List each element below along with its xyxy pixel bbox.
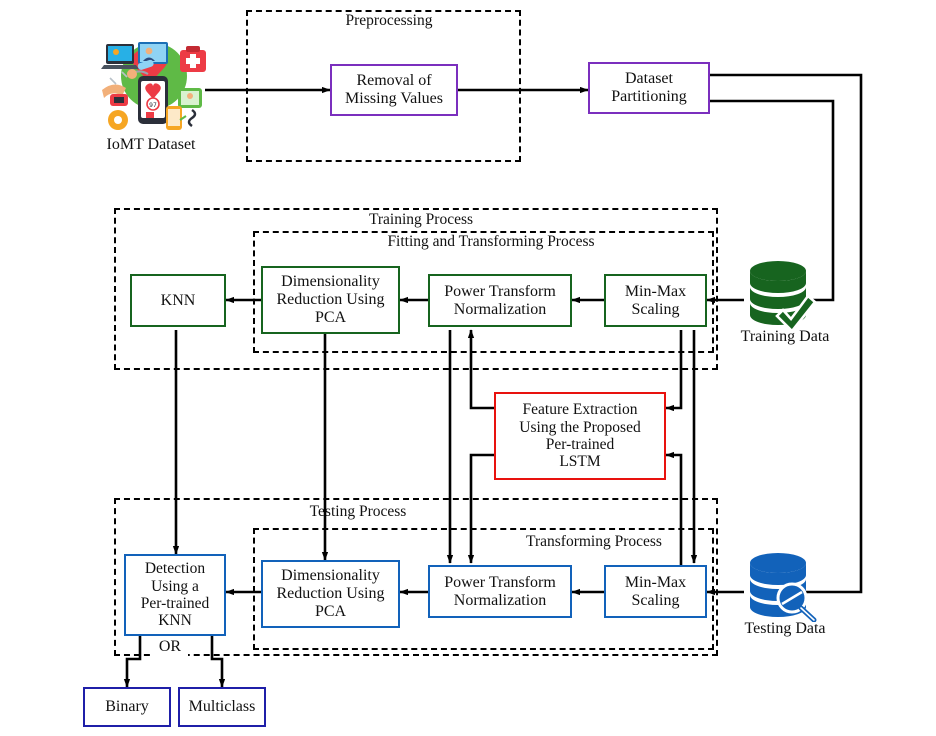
node-label: Feature Extraction Using the Proposed Pe… — [519, 401, 641, 471]
node-label: Dimensionality Reduction Using PCA — [276, 273, 385, 326]
node-dataset-partitioning[interactable]: Dataset Partitioning — [588, 62, 710, 114]
group-label-preprocessing: Preprocessing — [330, 12, 448, 30]
group-label-testing-process: Testing Process — [294, 503, 422, 521]
database-check-icon — [744, 258, 826, 333]
database-search-icon — [744, 550, 826, 623]
node-train-minmax-scaling[interactable]: Min-Max Scaling — [604, 274, 707, 327]
group-label-training-process: Training Process — [352, 211, 490, 229]
node-label: Binary — [105, 698, 149, 716]
node-label: Dimensionality Reduction Using PCA — [276, 567, 385, 620]
node-label: KNN — [160, 291, 196, 309]
node-train-power-transform[interactable]: Power Transform Normalization — [428, 274, 572, 327]
svg-text:97: 97 — [149, 102, 157, 109]
or-connector-label: OR — [152, 638, 188, 656]
node-feature-extraction-lstm[interactable]: Feature Extraction Using the Proposed Pe… — [494, 392, 666, 480]
group-label-transforming: Transforming Process — [490, 533, 698, 551]
node-test-power-transform[interactable]: Power Transform Normalization — [428, 565, 572, 618]
node-label: Dataset Partitioning — [611, 70, 687, 105]
node-label: Power Transform Normalization — [444, 573, 556, 609]
node-train-pca[interactable]: Dimensionality Reduction Using PCA — [261, 266, 400, 334]
node-label: Detection Using a Per-trained KNN — [140, 560, 210, 630]
node-test-pca[interactable]: Dimensionality Reduction Using PCA — [261, 560, 400, 628]
testing-data-label: Testing Data — [744, 620, 826, 637]
node-train-knn[interactable]: KNN — [130, 274, 226, 327]
node-label: Removal of Missing Values — [345, 72, 443, 107]
training-data-label: Training Data — [740, 328, 830, 345]
node-test-minmax-scaling[interactable]: Min-Max Scaling — [604, 565, 707, 618]
node-label: Min-Max Scaling — [624, 282, 687, 318]
node-binary[interactable]: Binary — [83, 687, 171, 727]
node-removal-missing-values[interactable]: Removal of Missing Values — [330, 64, 458, 116]
node-label: Min-Max Scaling — [624, 573, 687, 609]
node-label: Multiclass — [188, 698, 256, 716]
iomt-dataset-illustration: 97 — [92, 32, 210, 132]
group-label-fitting-transforming: Fitting and Transforming Process — [352, 233, 630, 251]
node-test-detection-knn[interactable]: Detection Using a Per-trained KNN — [124, 554, 226, 636]
iomt-dataset-label: IoMT Dataset — [106, 136, 196, 153]
flowchart-canvas: Preprocessing Training Process Fitting a… — [0, 0, 936, 736]
node-multiclass[interactable]: Multiclass — [178, 687, 266, 727]
node-label: Power Transform Normalization — [444, 282, 556, 318]
